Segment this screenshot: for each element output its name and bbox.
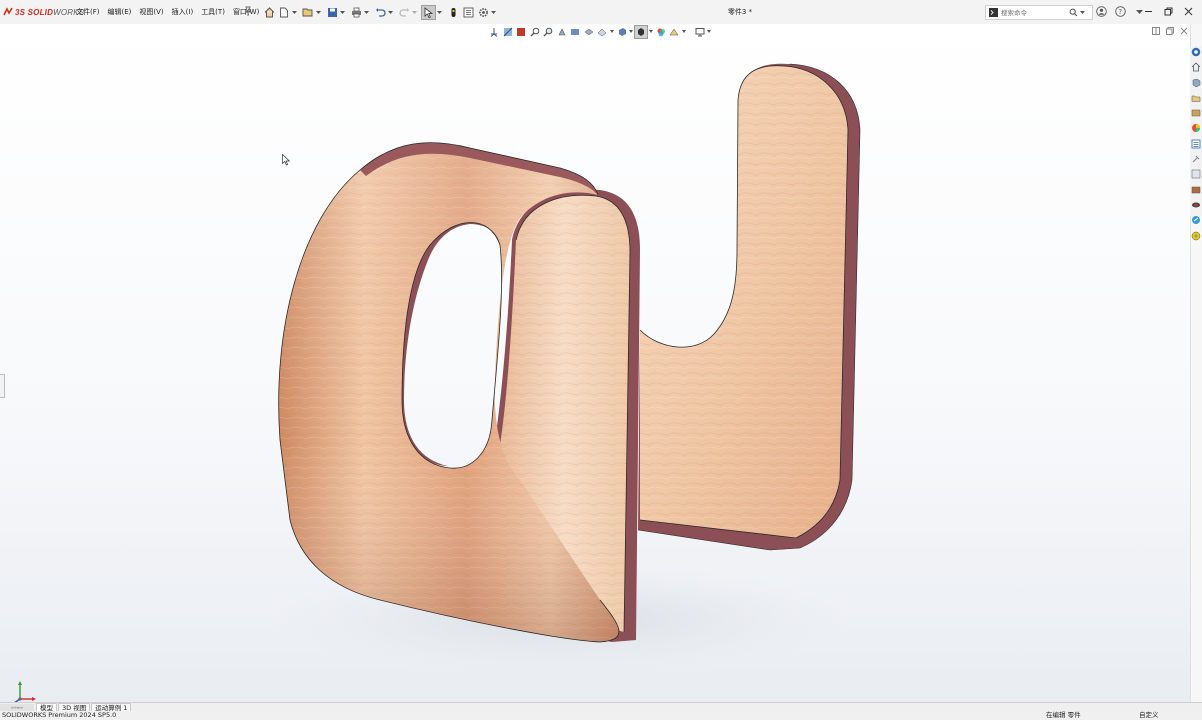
open-icon[interactable]: [301, 5, 315, 19]
appearances-scenes-icon[interactable]: [1191, 108, 1201, 118]
command-prompt-icon: [989, 8, 998, 17]
chevron-down-icon[interactable]: [648, 26, 653, 38]
restore-viewport-icon[interactable]: [1166, 27, 1174, 35]
forum-icon[interactable]: [1191, 169, 1201, 179]
3dexperience-icon[interactable]: [1191, 200, 1201, 210]
ds-logo-icon: [3, 7, 13, 16]
version-text: SOLIDWORKS Premium 2024 SP5.0: [2, 711, 117, 719]
rebuild-icon[interactable]: [446, 5, 460, 19]
file-explorer-icon[interactable]: [1191, 78, 1201, 88]
solidworks-resources-icon[interactable]: [1191, 47, 1201, 57]
edit-appearance-icon[interactable]: [596, 26, 608, 38]
zoom-area-icon[interactable]: [542, 26, 554, 38]
previous-view-icon[interactable]: [556, 26, 568, 38]
custom-properties-icon[interactable]: [1191, 139, 1201, 149]
options-icon[interactable]: [476, 5, 490, 19]
chevron-down-icon[interactable]: [292, 5, 297, 19]
chevron-down-icon[interactable]: [316, 5, 321, 19]
view-cube-icon[interactable]: [616, 26, 628, 38]
search-commands[interactable]: [985, 5, 1093, 20]
edit-mode-text: 在编辑 零件: [1046, 711, 1081, 719]
unit-system-selector[interactable]: 自定义: [1139, 711, 1159, 720]
appearances-icon[interactable]: [1191, 123, 1201, 133]
shaded-with-edges-icon[interactable]: [634, 24, 648, 39]
chevron-down-icon[interactable]: [340, 5, 345, 19]
menu-insert[interactable]: 插入(I): [168, 7, 198, 17]
hide-show-icon[interactable]: [583, 26, 595, 38]
status-bar: SOLIDWORKS Premium 2024 SP5.0 在编辑 零件 自定义: [0, 711, 1202, 720]
apply-scene-icon[interactable]: [668, 26, 680, 38]
help-icon[interactable]: ?: [1114, 5, 1127, 18]
monitor-icon[interactable]: [694, 26, 706, 38]
graphics-area[interactable]: [0, 24, 1190, 704]
save-icon[interactable]: [325, 5, 339, 19]
view-palette-icon[interactable]: [1191, 93, 1201, 103]
restore-icon[interactable]: [1158, 4, 1178, 19]
chevron-down-icon[interactable]: [364, 5, 369, 19]
chevron-down-icon[interactable]: [629, 26, 633, 38]
view-orientation-icon[interactable]: [488, 26, 500, 38]
quick-access-toolbar: [262, 4, 500, 20]
print-icon[interactable]: [349, 5, 363, 19]
search-input[interactable]: [1001, 8, 1063, 17]
marketplace-icon[interactable]: [1191, 231, 1201, 241]
display-style-icon[interactable]: [515, 26, 527, 38]
close-viewport-icon[interactable]: [1180, 27, 1188, 35]
chevron-down-icon[interactable]: [437, 5, 442, 19]
minimize-icon[interactable]: [1138, 4, 1158, 19]
mouse-cursor-icon: [282, 154, 290, 166]
close-icon[interactable]: [1178, 4, 1198, 19]
menu-edit[interactable]: 编辑(E): [104, 7, 136, 17]
heads-up-view-toolbar: [488, 24, 713, 39]
window-controls: [1138, 4, 1198, 19]
chevron-down-icon[interactable]: [609, 26, 614, 38]
svg-text:?: ?: [1118, 8, 1122, 16]
chevron-down-icon[interactable]: [412, 5, 417, 19]
redo-icon[interactable]: [397, 5, 411, 19]
menu-bar: 文件(F) 编辑(E) 视图(V) 插入(I) 工具(T) 窗口(W): [72, 7, 263, 17]
chevron-down-icon[interactable]: [707, 26, 711, 38]
menu-view[interactable]: 视图(V): [135, 7, 167, 17]
split-view-icon[interactable]: [1152, 27, 1160, 35]
chevron-down-icon[interactable]: [1080, 11, 1085, 14]
feature-manager-toggle[interactable]: [0, 374, 5, 398]
chevron-down-icon[interactable]: [491, 5, 496, 19]
photo-icon[interactable]: [1191, 185, 1201, 195]
select-icon[interactable]: [421, 4, 436, 20]
zoom-to-fit-icon[interactable]: [529, 26, 541, 38]
search-icon[interactable]: [1069, 8, 1078, 17]
user-icon[interactable]: [1095, 5, 1108, 18]
file-properties-icon[interactable]: [461, 5, 475, 19]
section-view-icon[interactable]: [502, 26, 514, 38]
undo-icon[interactable]: [373, 5, 387, 19]
appearances-icon[interactable]: [655, 26, 667, 38]
task-pane: [1190, 46, 1202, 240]
menu-file[interactable]: 文件(F): [72, 7, 104, 17]
new-document-icon[interactable]: [277, 5, 291, 19]
document-title: 零件3 *: [727, 8, 753, 16]
title-bar: 3S SOLIDWORKS 文件(F) 编辑(E) 视图(V) 插入(I) 工具…: [0, 0, 1202, 25]
chevron-down-icon[interactable]: [681, 26, 686, 38]
toolbox-icon[interactable]: [1191, 154, 1201, 164]
copper-bracket-model[interactable]: [0, 24, 1190, 702]
help-icon[interactable]: [1191, 215, 1201, 225]
menu-tools[interactable]: 工具(T): [197, 7, 229, 17]
home-icon[interactable]: [262, 5, 276, 19]
dynamic-annotation-icon[interactable]: [569, 26, 581, 38]
viewport-window-controls: [1152, 27, 1188, 35]
pin-menu-icon[interactable]: [244, 6, 252, 17]
design-library-icon[interactable]: [1191, 62, 1201, 72]
chevron-down-icon[interactable]: [388, 5, 393, 19]
